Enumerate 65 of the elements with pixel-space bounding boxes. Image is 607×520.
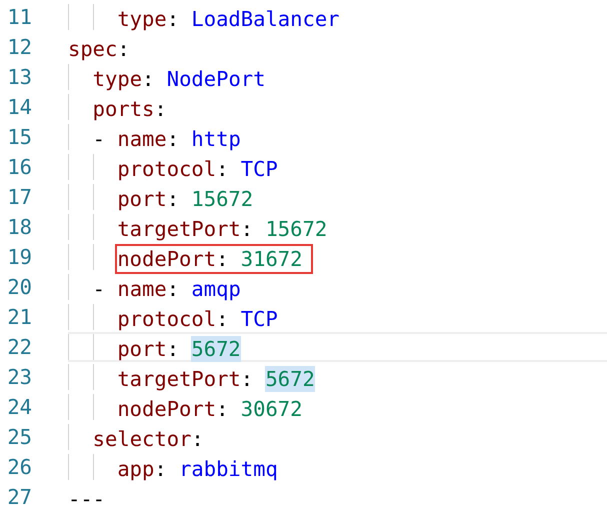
line-number: 18 — [6, 214, 32, 241]
yaml-value: TCP — [240, 156, 278, 182]
yaml-value: TCP — [240, 306, 278, 332]
yaml-key: nodePort — [117, 246, 216, 272]
yaml-key: protocol — [117, 306, 216, 332]
line-number: 21 — [6, 304, 32, 331]
yaml-punctuation: : — [216, 156, 230, 182]
yaml-number: 15672 — [191, 186, 254, 212]
yaml-key: targetPort — [117, 366, 241, 392]
yaml-key: port — [117, 336, 167, 362]
yaml-punctuation: : — [240, 366, 254, 392]
yaml-punctuation: : — [216, 396, 230, 422]
line-number: 17 — [6, 184, 32, 211]
yaml-punctuation: - — [92, 126, 106, 152]
yaml-punctuation: : — [154, 456, 168, 482]
yaml-value: LoadBalancer — [191, 6, 340, 32]
yaml-punctuation: : — [166, 276, 180, 302]
yaml-punctuation: : — [142, 66, 156, 92]
yaml-punctuation: : — [240, 216, 254, 242]
line-number: 19 — [6, 244, 32, 271]
yaml-value: amqp — [191, 276, 241, 302]
yaml-key: name — [117, 276, 167, 302]
yaml-punctuation: : — [154, 96, 167, 122]
yaml-number: 5672 — [191, 336, 241, 362]
yaml-key: spec — [68, 36, 118, 62]
yaml-number: 5672 — [265, 366, 315, 392]
yaml-key: type — [92, 66, 142, 92]
yaml-punctuation: : — [166, 336, 180, 362]
line-number: 23 — [6, 364, 32, 391]
yaml-punctuation: : — [166, 186, 180, 212]
line-number: 14 — [6, 94, 32, 121]
line-number: 12 — [6, 34, 32, 61]
yaml-key: app — [117, 456, 154, 482]
line-number: 27 — [6, 484, 32, 511]
yaml-punctuation: : — [191, 426, 204, 452]
line-number: 26 — [6, 454, 32, 481]
line-number: 15 — [6, 124, 32, 151]
line-number: 22 — [6, 334, 32, 361]
yaml-key: name — [117, 126, 167, 152]
line-number: 13 — [6, 64, 32, 91]
line-number: 25 — [6, 424, 32, 451]
yaml-punctuation: --- — [68, 486, 106, 512]
line-number: 20 — [6, 274, 32, 301]
yaml-value: NodePort — [166, 66, 266, 92]
yaml-value: rabbitmq — [179, 456, 278, 482]
line-number: 16 — [6, 154, 32, 181]
yaml-number: 31672 — [240, 246, 302, 272]
yaml-punctuation: : — [166, 6, 180, 32]
line-number: 24 — [6, 394, 32, 421]
yaml-punctuation: - — [92, 276, 106, 302]
yaml-number: 30672 — [240, 396, 302, 422]
yaml-punctuation: : — [216, 246, 230, 272]
yaml-key: ports — [92, 96, 154, 122]
yaml-key: targetPort — [117, 216, 241, 242]
yaml-key: port — [117, 186, 167, 212]
yaml-punctuation: : — [117, 36, 130, 62]
yaml-key: type — [117, 6, 167, 32]
yaml-value: http — [191, 126, 241, 152]
yaml-punctuation: : — [166, 126, 180, 152]
yaml-punctuation: : — [216, 306, 230, 332]
yaml-key: nodePort — [117, 396, 216, 422]
yaml-key: protocol — [117, 156, 216, 182]
yaml-key: selector — [92, 426, 192, 452]
yaml-number: 15672 — [265, 216, 328, 242]
line-number: 11 — [6, 4, 32, 31]
